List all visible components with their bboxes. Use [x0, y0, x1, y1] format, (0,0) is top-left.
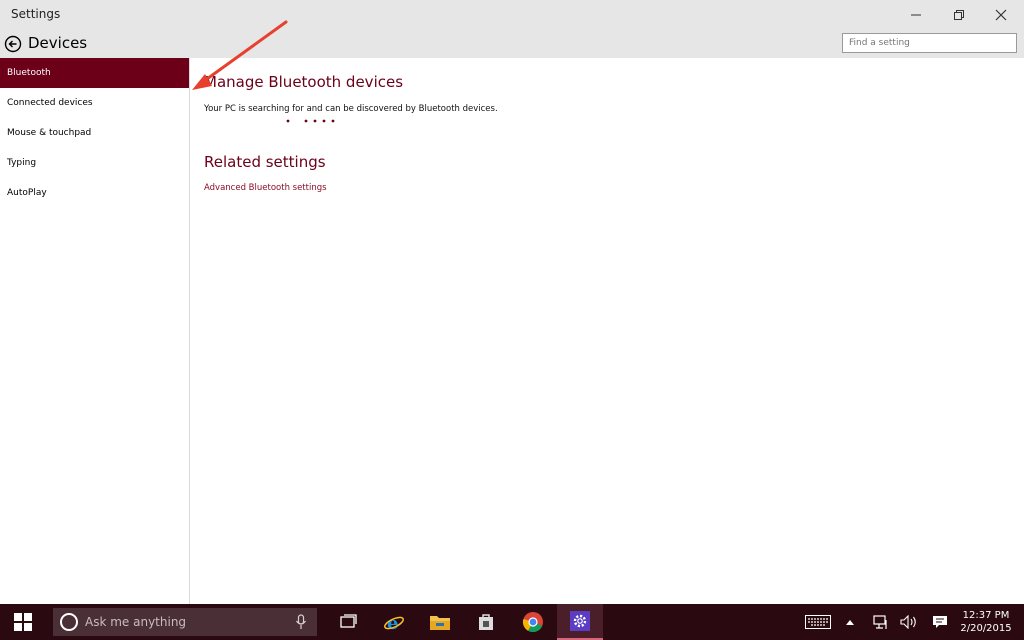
sidebar-item-label: Typing — [7, 158, 37, 168]
store-icon — [479, 614, 493, 630]
advanced-bluetooth-settings-link[interactable]: Advanced Bluetooth settings — [204, 183, 327, 193]
clock[interactable]: 12:37 PM 2/20/2015 — [955, 609, 1017, 635]
title-bar: Settings — [0, 0, 1024, 29]
taskbar: Ask me anything e 12:37 PM 2/20/2015 — [0, 604, 1024, 640]
section-title: Manage Bluetooth devices — [204, 73, 404, 91]
related-settings-title: Related settings — [204, 153, 326, 171]
settings-taskbar-button[interactable] — [557, 604, 603, 640]
file-explorer-button[interactable] — [417, 604, 463, 640]
minimize-button[interactable] — [893, 0, 939, 29]
cortana-icon — [60, 613, 78, 631]
bluetooth-status-text: Your PC is searching for and can be disc… — [204, 104, 498, 114]
chrome-icon — [522, 612, 543, 633]
sidebar: Bluetooth Connected devices Mouse & touc… — [0, 58, 190, 604]
clock-date: 2/20/2015 — [960, 623, 1012, 634]
volume-icon — [900, 615, 916, 629]
sidebar-item-label: Connected devices — [7, 98, 93, 108]
sidebar-item-mouse-touchpad[interactable]: Mouse & touchpad — [0, 118, 189, 148]
internet-explorer-button[interactable]: e — [371, 604, 417, 640]
sidebar-item-label: AutoPlay — [7, 188, 47, 198]
action-center-button[interactable] — [928, 604, 952, 640]
windows-logo-icon — [14, 613, 32, 631]
volume-button[interactable] — [897, 604, 921, 640]
main-content: Manage Bluetooth devices Your PC is sear… — [190, 58, 1024, 604]
close-button[interactable] — [978, 0, 1024, 29]
sidebar-item-label: Mouse & touchpad — [7, 128, 92, 138]
microphone-icon[interactable] — [295, 614, 307, 630]
start-button[interactable] — [0, 604, 46, 640]
store-button[interactable] — [463, 604, 509, 640]
sidebar-item-autoplay[interactable]: AutoPlay — [0, 178, 189, 208]
restore-icon — [954, 9, 964, 20]
chrome-button[interactable] — [510, 604, 556, 640]
show-hidden-icons-chevron — [846, 620, 854, 625]
file-explorer-icon — [430, 616, 450, 630]
sidebar-item-connected-devices[interactable]: Connected devices — [0, 88, 189, 118]
back-arrow-circle-icon[interactable] — [4, 35, 22, 53]
find-setting-input[interactable] — [842, 33, 1017, 53]
restore-button[interactable] — [936, 0, 982, 29]
page-title: Devices — [28, 34, 88, 52]
cortana-placeholder: Ask me anything — [85, 615, 187, 629]
action-center-icon — [933, 616, 947, 628]
task-view-icon — [340, 614, 357, 628]
task-view-button[interactable] — [325, 604, 371, 640]
internet-explorer-icon: e — [384, 613, 404, 633]
cortana-search-box[interactable]: Ask me anything — [53, 608, 317, 636]
touch-keyboard-button[interactable] — [802, 604, 834, 640]
svg-text:e: e — [387, 613, 398, 633]
minimize-icon — [911, 14, 921, 15]
searching-progress-dots — [286, 119, 335, 123]
clock-time: 12:37 PM — [962, 610, 1010, 621]
sidebar-item-typing[interactable]: Typing — [0, 148, 189, 178]
settings-icon — [570, 611, 590, 631]
page-header: Devices — [0, 29, 1024, 58]
window-title: Settings — [11, 7, 61, 21]
network-button[interactable] — [869, 604, 893, 640]
sidebar-item-bluetooth[interactable]: Bluetooth — [0, 58, 189, 88]
network-icon — [873, 615, 887, 629]
keyboard-icon — [805, 615, 831, 629]
close-icon — [995, 9, 1007, 20]
sidebar-item-label: Bluetooth — [7, 68, 51, 78]
show-hidden-icons-button[interactable] — [840, 604, 860, 640]
